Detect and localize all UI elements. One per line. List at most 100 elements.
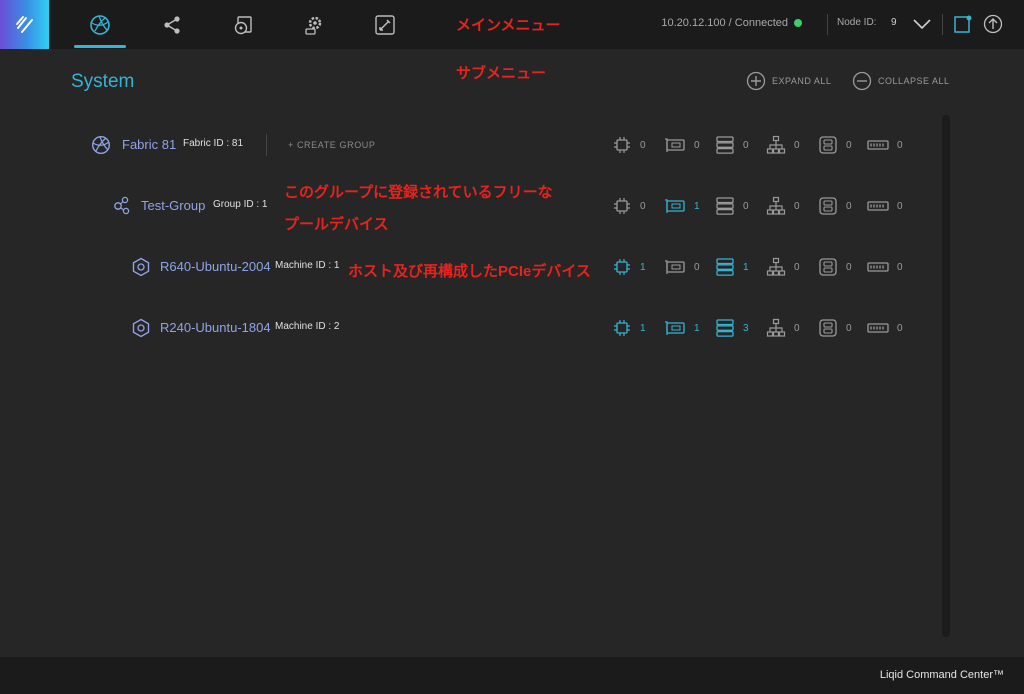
- machine-hex-icon: [132, 318, 150, 338]
- expand-all-button[interactable]: EXPAND ALL: [746, 71, 831, 91]
- sub-menu-annotation: サブメニュー: [456, 65, 547, 82]
- top-bar: メインメニュー 10.20.12.100 / Connected Node ID…: [0, 0, 1024, 49]
- fabric-icon: [90, 14, 110, 35]
- network-icon: [766, 257, 786, 277]
- device-count-memory[interactable]: 0: [867, 318, 903, 338]
- row-name[interactable]: Test-Group: [141, 198, 205, 213]
- device-count-network[interactable]: 0: [766, 196, 800, 216]
- device-count-value: 1: [640, 261, 646, 273]
- nav-settings[interactable]: [288, 0, 340, 49]
- gpu-card-icon: [664, 318, 686, 338]
- device-count-fpga[interactable]: 0: [818, 257, 852, 277]
- cpu-chip-icon: [612, 318, 632, 338]
- row-id: Machine ID : 2: [275, 321, 340, 332]
- device-count-fpga[interactable]: 0: [818, 196, 852, 216]
- fpga-icon: [818, 318, 838, 338]
- device-count-storage-drive[interactable]: 1: [715, 257, 749, 277]
- device-count-value: 1: [694, 322, 700, 334]
- row-name[interactable]: R240-Ubuntu-1804: [160, 320, 271, 335]
- liqid-logo[interactable]: [0, 0, 49, 49]
- page-title: System: [71, 71, 135, 92]
- device-count-gpu-card[interactable]: 0: [664, 257, 700, 277]
- memory-icon: [867, 318, 889, 338]
- device-count-gpu-card[interactable]: 1: [664, 318, 700, 338]
- device-count-value: 0: [794, 139, 800, 151]
- device-count-cpu-chip[interactable]: 0: [612, 196, 646, 216]
- device-count-network[interactable]: 0: [766, 257, 800, 277]
- device-count-fpga[interactable]: 0: [818, 135, 852, 155]
- main-menu-annotation: メインメニュー: [456, 17, 561, 34]
- tree-row-machine-2[interactable]: R240-Ubuntu-1804 Machine ID : 2 1 1 3 0 0 0: [0, 315, 940, 341]
- storage-drive-icon: [715, 135, 735, 155]
- storage-icon: [234, 15, 252, 34]
- device-count-gpu-card[interactable]: 1: [664, 196, 700, 216]
- node-dropdown[interactable]: [910, 14, 934, 34]
- edit-icon: [375, 14, 395, 35]
- gpu-card-icon: [664, 196, 686, 216]
- device-count-value: 0: [897, 200, 903, 212]
- settings-gear-icon: [305, 16, 322, 35]
- device-count-memory[interactable]: 0: [867, 135, 903, 155]
- device-count-value: 0: [694, 261, 700, 273]
- device-count-network[interactable]: 0: [766, 135, 800, 155]
- device-count-value: 0: [640, 139, 646, 151]
- collapse-all-button[interactable]: COLLAPSE ALL: [852, 71, 950, 91]
- device-count-value: 0: [897, 139, 903, 151]
- device-count-storage-drive[interactable]: 0: [715, 196, 749, 216]
- host-devices-annotation: ホスト及び再構成したPCIeデバイス: [348, 263, 591, 280]
- storage-drive-icon: [715, 196, 735, 216]
- device-count-cpu-chip[interactable]: 1: [612, 318, 646, 338]
- nav-fabric[interactable]: [74, 0, 126, 49]
- cpu-chip-icon: [612, 196, 632, 216]
- tree-row-fabric[interactable]: Fabric 81 Fabric ID : 81 + CREATE GROUP …: [0, 132, 940, 158]
- nav-edit[interactable]: [359, 0, 411, 49]
- device-count-value: 0: [846, 139, 852, 151]
- device-count-gpu-card[interactable]: 0: [664, 135, 700, 155]
- group-icon: [114, 196, 130, 215]
- node-id-label: Node ID:: [837, 17, 877, 28]
- device-count-memory[interactable]: 0: [867, 257, 903, 277]
- fpga-icon: [818, 196, 838, 216]
- device-count-value: 0: [694, 139, 700, 151]
- free-pool-annotation-line1: このグループに登録されているフリーな: [284, 184, 553, 201]
- device-count-value: 0: [743, 139, 749, 151]
- row-name[interactable]: Fabric 81: [122, 137, 176, 152]
- device-count-cpu-chip[interactable]: 1: [612, 257, 646, 277]
- row-id: Machine ID : 1: [275, 260, 340, 271]
- notification-button[interactable]: [953, 14, 973, 34]
- scrollbar[interactable]: [942, 115, 950, 637]
- memory-icon: [867, 257, 889, 277]
- row-id: Group ID : 1: [213, 199, 268, 210]
- node-id-value: 9: [891, 17, 897, 28]
- device-count-fpga[interactable]: 0: [818, 318, 852, 338]
- create-group-button[interactable]: + CREATE GROUP: [288, 140, 376, 150]
- network-icon: [766, 318, 786, 338]
- device-count-value: 0: [743, 200, 749, 212]
- cpu-chip-icon: [612, 135, 632, 155]
- nav-share[interactable]: [146, 0, 198, 49]
- device-count-storage-drive[interactable]: 3: [715, 318, 749, 338]
- expand-all-label: EXPAND ALL: [772, 76, 832, 86]
- device-count-network[interactable]: 0: [766, 318, 800, 338]
- device-count-value: 0: [794, 322, 800, 334]
- row-id: Fabric ID : 81: [183, 138, 244, 149]
- collapse-all-label: COLLAPSE ALL: [878, 76, 950, 86]
- device-count-storage-drive[interactable]: 0: [715, 135, 749, 155]
- free-pool-annotation-line2: プールデバイス: [284, 216, 389, 233]
- device-count-memory[interactable]: 0: [867, 196, 903, 216]
- network-icon: [766, 196, 786, 216]
- row-name[interactable]: R640-Ubuntu-2004: [160, 259, 271, 274]
- connected-indicator-icon: [794, 19, 802, 27]
- minus-circle-icon: [852, 71, 872, 91]
- device-count-value: 1: [743, 261, 749, 273]
- upload-button[interactable]: [982, 13, 1004, 35]
- header-divider: [827, 14, 828, 35]
- notification-icon: [954, 15, 972, 33]
- device-count-value: 0: [846, 200, 852, 212]
- device-count-cpu-chip[interactable]: 0: [612, 135, 646, 155]
- gpu-card-icon: [664, 257, 686, 277]
- header-divider-2: [942, 14, 943, 35]
- nav-storage[interactable]: [217, 0, 269, 49]
- logo-icon: [15, 15, 33, 33]
- device-count-value: 0: [794, 261, 800, 273]
